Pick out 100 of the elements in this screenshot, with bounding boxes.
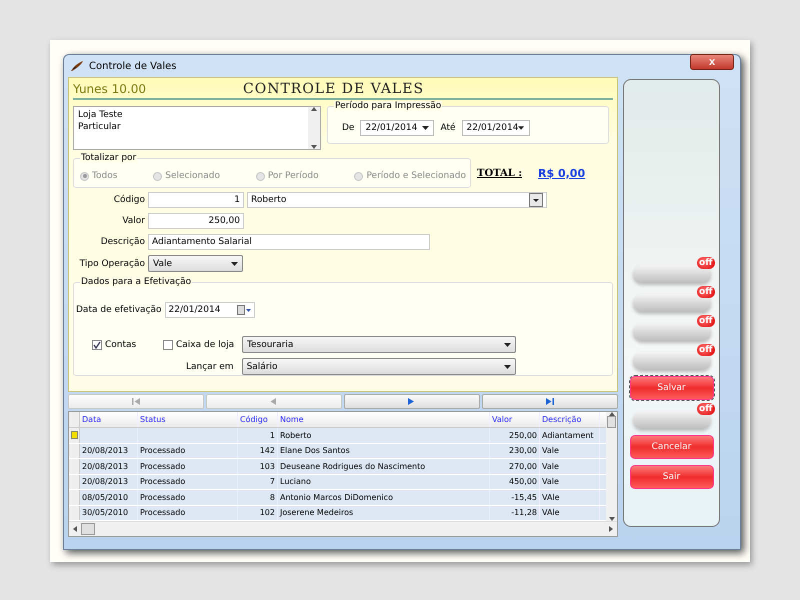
form-title: CONTROLE DE VALES — [243, 81, 424, 97]
dropdown-arrow-icon — [422, 126, 430, 130]
table-cell: Adiantament — [540, 428, 600, 442]
table-cell: 103 — [238, 459, 278, 474]
date-picker[interactable]: 22/01/2014 — [360, 120, 434, 136]
column-header[interactable]: Status — [138, 412, 238, 427]
field-label: Data de efetivação — [76, 305, 162, 315]
date-picker[interactable]: 22/01/2014 — [462, 120, 530, 136]
dropdown-arrow-icon — [533, 198, 539, 202]
dropdown-arrow-icon — [518, 126, 525, 130]
table-cell: 30/05/2010 — [80, 506, 138, 520]
table-cell: 450,00 — [490, 474, 540, 489]
code-field[interactable]: 1 — [148, 192, 244, 208]
operation-select[interactable]: Vale — [148, 255, 243, 272]
group-legend: Período para Impressão — [334, 101, 442, 111]
off-badge: off — [697, 315, 714, 327]
window-title: Controle de Vales — [89, 60, 178, 72]
table-cell: Vale — [540, 444, 600, 458]
nav-button[interactable] — [482, 394, 618, 409]
close-button[interactable]: x — [690, 54, 734, 70]
list-item[interactable]: Loja Teste — [78, 110, 304, 120]
table-cell: Processado — [138, 474, 238, 489]
check-icon — [93, 340, 101, 348]
off-badge: off — [697, 403, 714, 415]
scroll-down-icon — [311, 145, 317, 149]
row-indicator[interactable] — [69, 506, 80, 520]
list-item[interactable]: Particular — [78, 122, 304, 132]
row-indicator[interactable] — [69, 444, 80, 458]
scrollbar[interactable] — [606, 412, 617, 521]
row-indicator[interactable] — [69, 474, 80, 489]
nav-button[interactable] — [344, 394, 480, 409]
table-cell: Joserene Medeiros — [278, 506, 490, 520]
table-cell: VAle — [540, 506, 600, 520]
table-cell: 20/08/2013 — [80, 474, 138, 489]
table-cell: 1 — [238, 428, 278, 442]
row-indicator[interactable] — [69, 490, 80, 504]
total-value: R$ 0,00 — [538, 166, 586, 180]
field-label: Tipo Operação — [78, 258, 145, 268]
field-label: De — [342, 123, 354, 133]
action-button[interactable]: Salvar — [630, 376, 714, 400]
checkbox[interactable]: Caixa de loja — [163, 340, 239, 350]
store-list[interactable]: Loja Teste Particular — [73, 106, 321, 150]
scrollbar[interactable] — [69, 521, 617, 536]
date-picker[interactable]: 22/01/2014 — [164, 302, 255, 318]
checkbox[interactable]: Contas — [92, 340, 160, 350]
scrollbar[interactable] — [308, 107, 320, 149]
name-combo[interactable]: Roberto — [247, 192, 547, 208]
last-record-icon — [546, 398, 554, 405]
scroll-left-icon — [73, 526, 77, 532]
post-select[interactable]: Salário — [242, 358, 516, 375]
field-label: Lançar em — [186, 362, 234, 372]
table-cell: VAle — [540, 490, 600, 504]
field-label: Descrição — [100, 237, 145, 247]
column-header[interactable]: Valor — [490, 412, 540, 427]
feather-icon — [70, 60, 84, 72]
table-cell: 20/08/2013 — [80, 444, 138, 458]
scroll-thumb[interactable] — [607, 416, 616, 428]
table-cell: 102 — [238, 506, 278, 520]
table-cell: 20/08/2013 — [80, 459, 138, 474]
row-indicator[interactable] — [69, 459, 80, 474]
table-cell: Elane Dos Santos — [278, 444, 490, 458]
table-cell: 8 — [238, 490, 278, 504]
table-cell: 250,00 — [490, 428, 540, 442]
table-cell: Vale — [540, 474, 600, 489]
table-cell: Processado — [138, 506, 238, 520]
scroll-right-icon — [609, 526, 613, 532]
column-header[interactable]: Código — [238, 412, 278, 427]
off-badge: off — [697, 344, 714, 356]
column-header[interactable]: Nome — [278, 412, 490, 427]
first-record-icon — [132, 398, 140, 405]
table-cell: Processado — [138, 444, 238, 458]
action-button[interactable]: Cancelar — [630, 435, 714, 459]
field-label: Valor — [121, 216, 145, 226]
calendar-dropdown-icon — [236, 305, 251, 315]
table-cell: Deuseane Rodrigues do Nascimento — [278, 459, 490, 474]
table-cell: 7 — [238, 474, 278, 489]
previous-icon — [270, 398, 278, 405]
description-field[interactable]: Adiantamento Salarial — [148, 234, 430, 250]
column-header[interactable]: Descrição — [540, 412, 600, 427]
next-icon — [408, 398, 416, 405]
user-version-label: Yunes 10.00 — [73, 82, 147, 96]
group-legend: Dados para a Efetivação — [80, 277, 192, 287]
table-cell: -11,28 — [490, 506, 540, 520]
column-header[interactable]: Data — [80, 412, 138, 427]
table-cell: Processado — [138, 459, 238, 474]
current-row-marker — [70, 431, 78, 440]
amount-field[interactable]: 250,00 — [148, 213, 244, 229]
table-cell: 230,00 — [490, 444, 540, 458]
dropdown-arrow-icon — [231, 262, 238, 266]
table-cell: Vale — [540, 459, 600, 474]
table-cell: Luciano — [278, 474, 490, 489]
row-indicator[interactable] — [69, 428, 80, 442]
total-label: TOTAL : — [477, 168, 522, 178]
off-badge: off — [697, 257, 714, 269]
table-cell: Antonio Marcos DiDomenico — [278, 490, 490, 504]
group-legend: Totalizar por — [80, 153, 138, 163]
cash-select[interactable]: Tesouraria — [242, 336, 516, 353]
dropdown-arrow-icon — [504, 342, 511, 346]
action-button[interactable]: Sair — [630, 465, 714, 489]
scroll-thumb[interactable] — [81, 523, 95, 535]
